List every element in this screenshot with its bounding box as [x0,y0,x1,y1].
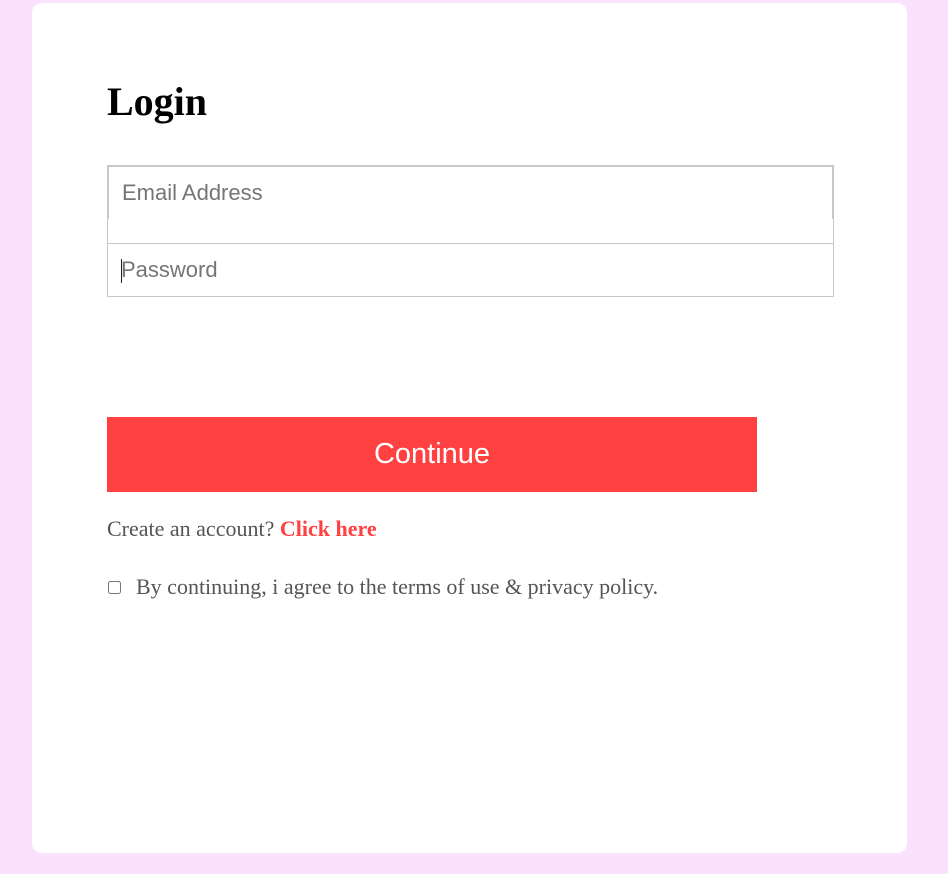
signup-prompt: Create an account? Click here [107,515,377,543]
password-input[interactable] [108,244,833,296]
password-field-box [107,243,834,297]
terms-agreement[interactable]: By continuing, i agree to the terms of u… [107,573,658,601]
terms-label: By continuing, i agree to the terms of u… [136,574,659,599]
field-divider [107,219,834,244]
email-field-box [107,165,834,220]
signup-link[interactable]: Click here [280,516,377,541]
terms-checkbox[interactable] [108,580,121,594]
page-title: Login [107,79,208,124]
credentials-fields [107,162,834,297]
continue-button[interactable]: Continue [107,417,757,492]
login-card: Login Continue Create an account? Click … [32,3,907,853]
email-input[interactable] [109,167,832,219]
text-cursor [121,259,122,283]
signup-prompt-text: Create an account? [107,516,275,541]
